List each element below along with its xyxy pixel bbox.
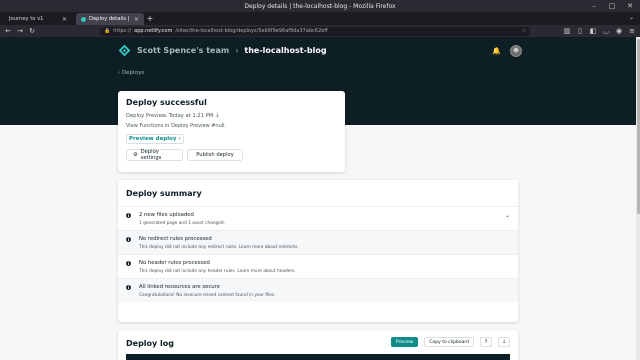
log-actions: Preview Copy to clipboard ↑ ↓ bbox=[390, 337, 510, 347]
summary-row-headers: i No header rules processed This deploy … bbox=[118, 254, 518, 278]
summary-row-desc: This deploy did not include any header r… bbox=[139, 269, 296, 274]
log-preview-button[interactable]: Preview bbox=[390, 337, 419, 347]
summary-row-resources: i All linked resources are secure Congra… bbox=[118, 278, 518, 302]
summary-row-title: No redirect rules processed bbox=[139, 236, 212, 242]
summary-row-desc: Congratulations! No insecure mixed conte… bbox=[139, 293, 276, 298]
bookmark-star-icon[interactable]: ☆ bbox=[522, 28, 526, 34]
pocket-icon[interactable]: ◡ bbox=[602, 27, 610, 35]
breadcrumb: Scott Spence's team › the-localhost-blog bbox=[118, 44, 327, 57]
deploy-status-title: Deploy successful bbox=[126, 98, 207, 107]
info-icon: i bbox=[126, 237, 131, 242]
url-host: app.netlify.com bbox=[134, 28, 173, 34]
netlify-favicon-icon bbox=[81, 16, 86, 22]
header-actions: 🔔 bbox=[492, 45, 522, 57]
menu-icon[interactable]: ≡ bbox=[628, 27, 636, 35]
new-tab-button[interactable]: + bbox=[144, 13, 156, 25]
tab-label: Journey to v1 bbox=[9, 16, 44, 22]
deploys-back-link[interactable]: ‹ Deploys bbox=[118, 70, 144, 76]
library-icon[interactable]: ▥ bbox=[563, 27, 571, 35]
url-prefix: https:// bbox=[113, 28, 132, 34]
close-window-icon[interactable]: ✕ bbox=[626, 2, 634, 10]
chevron-down-icon[interactable]: ⌄ bbox=[505, 212, 510, 219]
extension-icon[interactable]: ◧ bbox=[589, 27, 597, 35]
summary-row-title: All linked resources are secure bbox=[139, 284, 220, 290]
summary-row-desc: 1 generated page and 1 asset changed. bbox=[139, 221, 226, 226]
page: Scott Spence's team › the-localhost-blog… bbox=[0, 37, 640, 360]
site-name-link[interactable]: the-localhost-blog bbox=[244, 46, 326, 55]
tab-strip: Journey to v1 ✕ Deploy details | the-loc… bbox=[0, 12, 640, 25]
page-scrollbar[interactable] bbox=[636, 37, 640, 360]
tab-label: Deploy details | the-localhost-blog bbox=[89, 16, 131, 22]
close-tab-icon[interactable]: ✕ bbox=[62, 16, 67, 23]
lock-icon: 🔒 bbox=[104, 28, 111, 34]
toolbar-extensions: ▥ ▯ ◧ ◡ ◉ ≡ bbox=[563, 27, 636, 35]
summary-row-redirects: i No redirect rules processed This deplo… bbox=[118, 230, 518, 254]
summary-list: i 2 new files uploaded 1 generated page … bbox=[118, 206, 518, 302]
url-path: /sites/the-localhost-blog/deploys/5eb9f9… bbox=[175, 28, 328, 34]
download-icon[interactable]: ⤓ bbox=[216, 112, 218, 119]
info-icon: i bbox=[126, 285, 131, 290]
deploy-log-card: Deploy log Preview Copy to clipboard ↑ ↓ bbox=[118, 330, 518, 360]
minimize-icon[interactable]: – bbox=[590, 2, 598, 10]
url-bar[interactable]: 🔒 https://app.netlify.com/sites/the-loca… bbox=[100, 26, 530, 36]
summary-row-desc: This deploy did not include any redirect… bbox=[139, 245, 299, 250]
avatar[interactable] bbox=[510, 45, 522, 57]
deploy-log-title: Deploy log bbox=[126, 339, 174, 348]
close-tab-icon[interactable]: ✕ bbox=[134, 16, 139, 23]
reload-icon[interactable]: ↻ bbox=[28, 27, 36, 35]
log-terminal[interactable] bbox=[126, 354, 510, 360]
nav-toolbar: ← → ↻ 🔒 https://app.netlify.com/sites/th… bbox=[0, 25, 640, 37]
sidebar-icon[interactable]: ▯ bbox=[576, 27, 584, 35]
info-icon: i bbox=[126, 261, 131, 266]
preview-deploy-label: Preview deploy bbox=[129, 136, 177, 142]
back-icon[interactable]: ← bbox=[4, 27, 12, 35]
list-tabs-icon[interactable]: ⌄ bbox=[629, 14, 634, 21]
copy-to-clipboard-button[interactable]: Copy to clipboard bbox=[424, 337, 474, 347]
deploy-meta: Deploy Preview. Today at 1:21 PM ⤓ bbox=[126, 112, 337, 119]
tab-journey[interactable]: Journey to v1 ✕ bbox=[4, 13, 72, 25]
account-icon[interactable]: ◉ bbox=[615, 27, 623, 35]
external-link-icon: › bbox=[178, 136, 181, 142]
arrow-up-icon[interactable]: ↑ bbox=[480, 337, 492, 347]
window-titlebar: Deploy details | the-localhost-blog - Mo… bbox=[0, 0, 640, 12]
breadcrumb-separator: › bbox=[235, 46, 239, 55]
tab-deploy-details[interactable]: Deploy details | the-localhost-blog ✕ bbox=[76, 13, 144, 25]
window-controls: – □ ✕ bbox=[590, 2, 634, 10]
maximize-icon[interactable]: □ bbox=[608, 2, 616, 10]
window-title: Deploy details | the-localhost-blog - Mo… bbox=[244, 2, 396, 10]
netlify-logo-icon[interactable] bbox=[118, 44, 131, 57]
deploy-status-card: Deploy successful Deploy Preview. Today … bbox=[118, 91, 345, 172]
team-name-link[interactable]: Scott Spence's team bbox=[137, 46, 229, 55]
summary-row-title: No header rules processed bbox=[139, 260, 210, 266]
summary-row-files[interactable]: i 2 new files uploaded 1 generated page … bbox=[118, 206, 518, 230]
bell-icon[interactable]: 🔔 bbox=[492, 47, 501, 55]
summary-row-title: 2 new files uploaded bbox=[139, 212, 194, 218]
gear-icon: ⚙ bbox=[133, 152, 138, 158]
deploy-summary-title: Deploy summary bbox=[126, 189, 202, 198]
arrow-down-icon[interactable]: ↓ bbox=[498, 337, 510, 347]
deploy-summary-card: Deploy summary i 2 new files uploaded 1 … bbox=[118, 180, 518, 322]
deploy-settings-button[interactable]: ⚙ Deploy settings bbox=[126, 149, 183, 161]
info-icon: i bbox=[126, 213, 131, 218]
deploy-actions: ⚙ Deploy settings Publish deploy bbox=[126, 149, 337, 161]
preview-deploy-link[interactable]: Preview deploy › bbox=[126, 134, 184, 144]
functions-link[interactable]: View Functions in Deploy Preview #null. bbox=[126, 123, 337, 129]
deploy-meta-text: Deploy Preview. Today at 1:21 PM bbox=[126, 112, 214, 119]
forward-icon[interactable]: → bbox=[16, 27, 24, 35]
publish-deploy-label: Publish deploy bbox=[196, 152, 234, 158]
publish-deploy-button[interactable]: Publish deploy bbox=[187, 149, 243, 161]
deploy-settings-label: Deploy settings bbox=[140, 149, 162, 161]
